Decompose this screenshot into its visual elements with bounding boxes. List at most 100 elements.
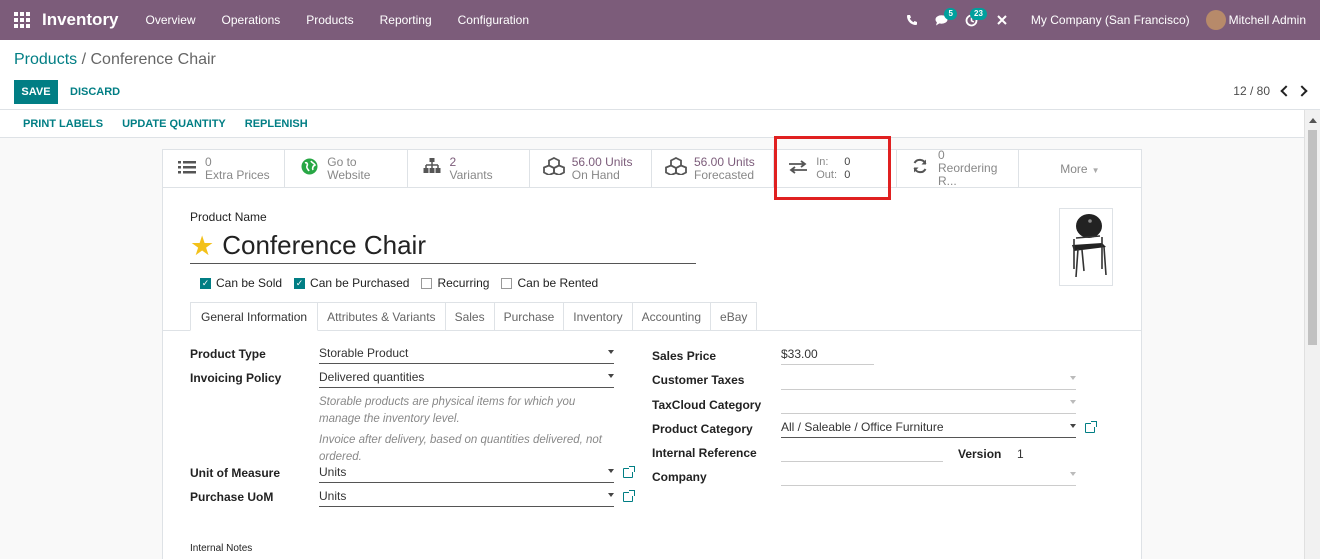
tab-sales[interactable]: Sales bbox=[445, 302, 495, 331]
caret-down-icon[interactable] bbox=[1070, 472, 1076, 476]
caret-down-icon[interactable] bbox=[1070, 400, 1076, 404]
pager-value[interactable]: 12 / 80 bbox=[1233, 84, 1270, 98]
invoicing-policy-select[interactable]: Delivered quantities bbox=[319, 370, 614, 388]
pager: 12 / 80 bbox=[1233, 84, 1308, 98]
on-hand-label: On Hand bbox=[571, 167, 620, 182]
product-type-select[interactable]: Storable Product bbox=[319, 346, 614, 364]
print-labels-button[interactable]: PRINT LABELS bbox=[23, 118, 103, 130]
sales-price-label: Sales Price bbox=[652, 349, 717, 363]
extra-prices-value: 0 bbox=[205, 154, 212, 169]
menu-reporting[interactable]: Reporting bbox=[367, 13, 445, 27]
activity-icon[interactable]: 23 bbox=[957, 0, 987, 40]
reordering-label: Reordering R... bbox=[938, 161, 998, 188]
caret-down-icon[interactable] bbox=[608, 493, 614, 497]
breadcrumb-products-link[interactable]: Products bbox=[14, 51, 77, 68]
go-to-website-button[interactable]: Go to Website bbox=[285, 150, 408, 187]
phone-icon[interactable] bbox=[897, 0, 927, 40]
menu-configuration[interactable]: Configuration bbox=[445, 13, 542, 27]
company-label: Company bbox=[652, 470, 707, 484]
caret-down-icon[interactable] bbox=[1070, 376, 1076, 380]
variants-label: Variants bbox=[449, 167, 493, 182]
product-name[interactable]: Conference Chair bbox=[222, 230, 426, 261]
product-title-area: Product Name ★ Conference Chair ✓ Can be … bbox=[190, 210, 696, 290]
product-checkboxes: ✓ Can be Sold ✓ Can be Purchased Recurring… bbox=[200, 276, 696, 290]
globe-icon bbox=[297, 158, 321, 180]
checkbox-empty-icon[interactable] bbox=[421, 277, 433, 289]
chevron-left-icon[interactable] bbox=[1280, 85, 1292, 97]
internal-reference-input[interactable] bbox=[781, 444, 943, 462]
checkbox-empty-icon[interactable] bbox=[501, 277, 513, 289]
in-out-button[interactable]: In: 0 Out: 0 bbox=[774, 150, 897, 187]
action-bar: PRINT LABELS UPDATE QUANTITY REPLENISH bbox=[0, 110, 1304, 138]
can-be-purchased-checkbox[interactable]: ✓ Can be Purchased bbox=[294, 276, 409, 290]
form-sheet: 0 Extra Prices Go to Website 2 Variants 56.… bbox=[162, 149, 1142, 559]
tab-attributes-variants[interactable]: Attributes & Variants bbox=[318, 302, 446, 331]
user-menu[interactable]: Mitchell Admin bbox=[1205, 10, 1306, 30]
reordering-rules-button[interactable]: 0 Reordering R... bbox=[897, 149, 1019, 188]
tab-general-information[interactable]: General Information bbox=[190, 302, 319, 331]
scroll-thumb[interactable] bbox=[1308, 130, 1317, 345]
in-label: In: bbox=[816, 155, 829, 168]
company-switcher[interactable]: My Company (San Francisco) bbox=[1017, 13, 1206, 27]
tab-ebay[interactable]: eBay bbox=[711, 302, 758, 331]
tab-purchase[interactable]: Purchase bbox=[494, 302, 565, 331]
notebook-tabs: General Information Attributes & Variant… bbox=[190, 302, 758, 331]
product-image[interactable] bbox=[1059, 208, 1113, 286]
discard-button[interactable]: DISCARD bbox=[70, 80, 120, 104]
list-icon bbox=[175, 159, 199, 179]
caret-down-icon[interactable] bbox=[608, 350, 614, 354]
save-button[interactable]: SAVE bbox=[14, 80, 58, 104]
extra-prices-label: Extra Prices bbox=[205, 167, 270, 182]
menu-overview[interactable]: Overview bbox=[133, 13, 209, 27]
apps-menu-icon[interactable] bbox=[14, 11, 32, 29]
in-value: 0 bbox=[844, 155, 851, 168]
favorite-star-icon[interactable]: ★ bbox=[190, 232, 214, 259]
caret-down-icon[interactable] bbox=[608, 374, 614, 378]
internal-reference-label: Internal Reference bbox=[652, 446, 757, 460]
chat-icon[interactable]: 5 bbox=[927, 0, 957, 40]
cubes-icon bbox=[542, 156, 566, 180]
unit-of-measure-select[interactable]: Units bbox=[319, 465, 614, 483]
invoicing-policy-label: Invoicing Policy bbox=[190, 371, 282, 385]
can-be-sold-label: Can be Sold bbox=[216, 276, 283, 290]
customer-taxes-input[interactable] bbox=[781, 372, 1076, 390]
purchase-uom-value: Units bbox=[319, 489, 347, 503]
more-label: More bbox=[1060, 161, 1088, 176]
more-button[interactable]: More ▼ bbox=[1019, 150, 1141, 187]
purchase-uom-select[interactable]: Units bbox=[319, 489, 614, 507]
can-be-sold-checkbox[interactable]: ✓ Can be Sold bbox=[200, 276, 282, 290]
external-link-icon[interactable] bbox=[623, 490, 635, 502]
product-category-select[interactable]: All / Saleable / Office Furniture bbox=[781, 420, 1076, 438]
smart-buttons: 0 Extra Prices Go to Website 2 Variants 56.… bbox=[163, 149, 1141, 188]
taxcloud-category-input[interactable] bbox=[781, 396, 1076, 414]
forecasted-button[interactable]: 56.00 Units Forecasted bbox=[652, 150, 775, 187]
on-hand-button[interactable]: 56.00 Units On Hand bbox=[530, 150, 652, 187]
top-navbar: Inventory Overview Operations Products R… bbox=[0, 0, 1320, 40]
tab-accounting[interactable]: Accounting bbox=[632, 302, 712, 331]
sales-price-input[interactable]: $33.00 bbox=[781, 347, 874, 365]
caret-down-icon[interactable] bbox=[1070, 424, 1076, 428]
recurring-checkbox[interactable]: Recurring bbox=[421, 276, 489, 290]
scroll-up-arrow-icon[interactable] bbox=[1309, 118, 1317, 123]
update-quantity-button[interactable]: UPDATE QUANTITY bbox=[122, 118, 226, 130]
company-input[interactable] bbox=[781, 468, 1076, 486]
scrollbar[interactable] bbox=[1304, 110, 1320, 559]
app-title[interactable]: Inventory bbox=[42, 10, 119, 30]
extra-prices-button[interactable]: 0 Extra Prices bbox=[163, 150, 286, 187]
checkbox-checked-icon[interactable]: ✓ bbox=[200, 277, 211, 289]
checkbox-checked-icon[interactable]: ✓ bbox=[294, 277, 306, 289]
product-name-field[interactable]: ★ Conference Chair bbox=[190, 230, 696, 264]
external-link-icon[interactable] bbox=[623, 466, 635, 478]
replenish-button[interactable]: REPLENISH bbox=[245, 118, 308, 130]
caret-down-icon[interactable] bbox=[608, 469, 614, 473]
website-label: Website bbox=[327, 167, 371, 182]
tab-inventory[interactable]: Inventory bbox=[564, 302, 633, 331]
external-link-icon[interactable] bbox=[1085, 421, 1097, 433]
menu-operations[interactable]: Operations bbox=[209, 13, 294, 27]
can-be-rented-checkbox[interactable]: Can be Rented bbox=[501, 276, 598, 290]
menu-products[interactable]: Products bbox=[293, 13, 366, 27]
sitemap-icon bbox=[420, 158, 444, 179]
chevron-right-icon[interactable] bbox=[1296, 85, 1308, 97]
debug-icon[interactable] bbox=[987, 0, 1017, 40]
variants-button[interactable]: 2 Variants bbox=[408, 150, 530, 187]
